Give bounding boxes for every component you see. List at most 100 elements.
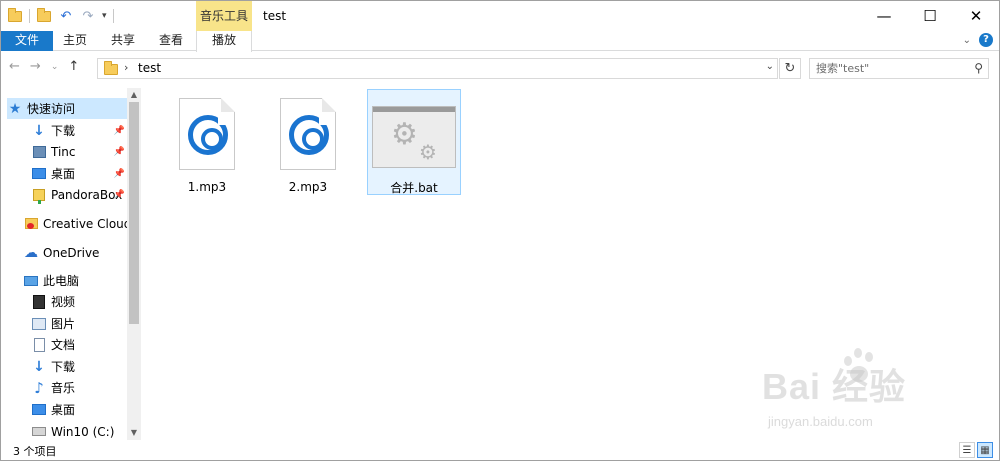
ribbon-right-controls: ⌄ ? xyxy=(963,33,993,47)
view-toggle: ☰ ▦ xyxy=(959,442,993,458)
explorer-window: ↶ ↷ ▾ 音乐工具 test — ☐ ✕ 文件 主页 共享 查看 播放 ⌄ ?… xyxy=(0,0,1000,461)
scroll-up-arrow-icon[interactable]: ▲ xyxy=(127,88,141,102)
music-icon: ♪ xyxy=(34,378,44,397)
tab-view[interactable]: 查看 xyxy=(149,31,193,51)
nav-this-pc[interactable]: 此电脑 xyxy=(23,270,127,291)
nav-documents[interactable]: 文档 xyxy=(31,334,127,355)
toolbar-separator xyxy=(112,9,114,23)
maximize-button[interactable]: ☐ xyxy=(907,1,953,31)
groove-music-icon xyxy=(179,98,235,170)
nav-pandorabox[interactable]: PandoraBox 📌 xyxy=(31,184,127,205)
chevron-down-icon[interactable]: ⌄ xyxy=(963,35,971,46)
nav-item-label: 图片 xyxy=(51,317,76,331)
nav-item-label: 下载 xyxy=(51,360,76,374)
video-icon xyxy=(31,294,47,310)
tab-play[interactable]: 播放 xyxy=(196,31,252,52)
nav-item-label: 快速访问 xyxy=(27,102,76,116)
file-item-selected[interactable]: ⚙ ⚙ 合并.bat xyxy=(367,89,461,195)
nav-quick-access[interactable]: ★ 快速访问 xyxy=(7,98,133,119)
toolbar-separator xyxy=(29,9,30,23)
drive-icon xyxy=(31,424,47,440)
breadcrumb-test[interactable]: test xyxy=(138,61,161,75)
title-bar: ↶ ↷ ▾ 音乐工具 test — ☐ ✕ xyxy=(1,1,999,31)
documents-icon xyxy=(31,337,47,353)
nav-music[interactable]: ♪ 音乐 xyxy=(31,377,127,398)
nav-item-label: 下载 xyxy=(51,124,76,138)
quick-access-toolbar: ↶ ↷ ▾ xyxy=(7,7,114,25)
nav-item-label: 视频 xyxy=(51,295,76,309)
refresh-button[interactable]: ↻ xyxy=(779,58,801,79)
baidu-watermark: Bai 经验 jingyan.baidu.com xyxy=(762,346,962,436)
pin-icon: 📌 xyxy=(113,189,125,200)
music-tools-context-label: 音乐工具 xyxy=(196,1,252,31)
new-folder-button[interactable] xyxy=(36,7,52,24)
help-button[interactable]: ? xyxy=(979,33,993,47)
file-item[interactable]: 2.mp3 xyxy=(261,90,355,196)
file-name: 1.mp3 xyxy=(187,180,227,194)
forward-arrow-icon[interactable]: → xyxy=(30,59,41,74)
nav-item-label: 音乐 xyxy=(51,381,76,395)
tab-share[interactable]: 共享 xyxy=(101,31,145,51)
nav-pane-scrollbar[interactable]: ▲ ▼ xyxy=(127,88,141,440)
window-title: test xyxy=(263,9,287,23)
nav-item-label: 文档 xyxy=(51,338,76,352)
nav-item-label: 桌面 xyxy=(51,167,76,181)
tab-home[interactable]: 主页 xyxy=(53,31,97,51)
tinc-icon xyxy=(31,144,47,160)
undo-icon[interactable]: ↶ xyxy=(58,8,74,24)
tab-file[interactable]: 文件 xyxy=(1,31,53,51)
nav-onedrive[interactable]: ☁ OneDrive xyxy=(23,242,127,263)
nav-item-label: Tinc xyxy=(51,144,76,159)
download-icon: ↓ xyxy=(33,358,45,375)
scroll-down-arrow-icon[interactable]: ▼ xyxy=(127,426,141,440)
recent-locations-chevron-icon[interactable]: ⌄ xyxy=(51,62,59,72)
desktop-icon xyxy=(31,402,47,418)
creative-cloud-icon xyxy=(23,216,39,232)
nav-tinc[interactable]: Tinc 📌 xyxy=(31,141,127,162)
status-bar: 3 个项目 ☰ ▦ xyxy=(1,440,999,460)
groove-music-icon xyxy=(280,98,336,170)
nav-desktop-pinned[interactable]: 桌面 📌 xyxy=(31,163,127,184)
search-input[interactable] xyxy=(810,59,960,78)
nav-videos[interactable]: 视频 xyxy=(31,291,127,312)
ribbon-tabs: 文件 主页 共享 查看 播放 ⌄ ? xyxy=(1,31,999,52)
search-icon[interactable]: ⚲ xyxy=(974,61,983,75)
gear-icon: ⚙ xyxy=(419,140,437,164)
file-list[interactable]: 1.mp3 2.mp3 ⚙ ⚙ 合并.bat Bai 经验 jingyan.ba… xyxy=(142,88,999,440)
onedrive-icon: ☁ xyxy=(24,244,38,261)
minimize-button[interactable]: — xyxy=(861,1,907,31)
nav-downloads-pinned[interactable]: ↓ 下载 📌 xyxy=(31,120,127,141)
nav-desktop[interactable]: 桌面 xyxy=(31,399,127,420)
nav-item-label: Creative Cloud F xyxy=(43,216,127,231)
address-bar[interactable]: › test ⌄ xyxy=(97,58,778,79)
nav-downloads[interactable]: ↓ 下载 xyxy=(31,356,127,377)
search-box[interactable]: ⚲ xyxy=(809,58,989,79)
folder-icon xyxy=(104,61,118,75)
breadcrumb-chevron-icon[interactable]: › xyxy=(124,61,128,74)
nav-creative-cloud[interactable]: Creative Cloud F xyxy=(23,213,127,234)
batch-file-icon: ⚙ ⚙ xyxy=(372,106,456,168)
close-button[interactable]: ✕ xyxy=(953,1,999,31)
back-arrow-icon[interactable]: ← xyxy=(9,59,20,74)
scrollbar-thumb[interactable] xyxy=(129,102,139,324)
pin-icon: 📌 xyxy=(113,146,125,157)
address-history-chevron-icon[interactable]: ⌄ xyxy=(766,61,774,72)
gear-icon: ⚙ xyxy=(391,117,418,152)
nav-pictures[interactable]: 图片 xyxy=(31,313,127,334)
item-count: 3 个项目 xyxy=(13,445,57,458)
watermark-brand: Bai 经验 xyxy=(762,366,907,407)
pin-icon: 📌 xyxy=(113,168,125,179)
large-icons-view-icon[interactable]: ▦ xyxy=(977,442,993,458)
customize-toolbar-dropdown[interactable]: ▾ xyxy=(102,11,107,21)
watermark-url: jingyan.baidu.com xyxy=(768,414,873,429)
nav-item-label: 此电脑 xyxy=(43,274,80,288)
details-view-icon[interactable]: ☰ xyxy=(959,442,975,458)
nav-drive-c[interactable]: Win10 (C:) xyxy=(31,421,127,440)
pin-icon: 📌 xyxy=(113,125,125,136)
redo-icon[interactable]: ↷ xyxy=(80,8,96,24)
up-arrow-icon[interactable]: ↑ xyxy=(68,59,79,74)
nav-item-label: Win10 (C:) xyxy=(51,424,115,439)
file-item[interactable]: 1.mp3 xyxy=(160,90,254,196)
navigation-bar: ← → ⌄ ↑ › test ⌄ ↻ ⚲ xyxy=(1,52,999,84)
folder-icon xyxy=(7,7,23,24)
